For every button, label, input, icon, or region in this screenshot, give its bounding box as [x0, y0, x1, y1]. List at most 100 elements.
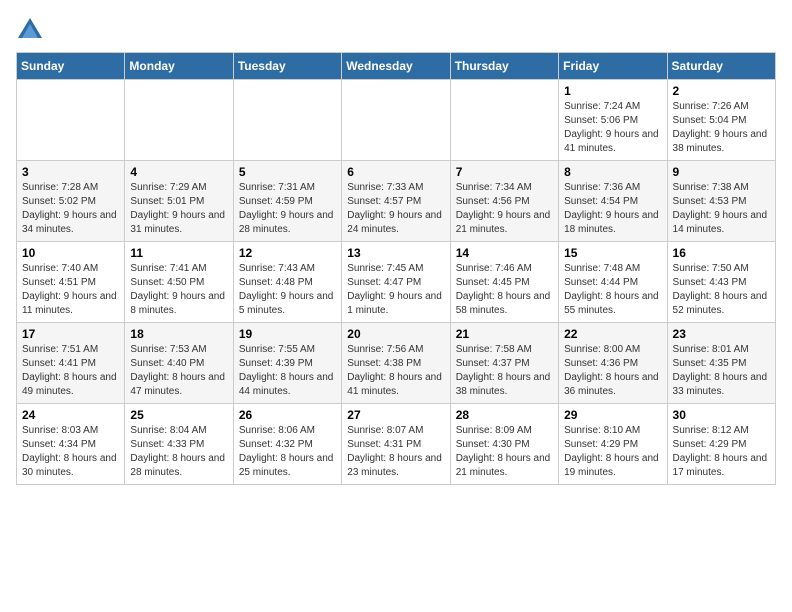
day-cell — [233, 80, 341, 161]
day-number: 20 — [347, 327, 444, 341]
day-info: Sunrise: 8:01 AM Sunset: 4:35 PM Dayligh… — [673, 343, 770, 399]
day-cell: 13Sunrise: 7:45 AM Sunset: 4:47 PM Dayli… — [342, 242, 450, 323]
day-info: Sunrise: 7:33 AM Sunset: 4:57 PM Dayligh… — [347, 181, 444, 237]
day-info: Sunrise: 7:29 AM Sunset: 5:01 PM Dayligh… — [130, 181, 227, 237]
day-cell: 29 Sunrise: 8:10 AM Sunset: 4:29 PM Dayli… — [559, 404, 667, 485]
day-info: Sunrise: 7:31 AM Sunset: 4:59 PM Dayligh… — [239, 181, 336, 237]
day-cell: 2Sunrise: 7:26 AM Sunset: 5:04 PM Daylig… — [667, 80, 775, 161]
day-number: 7 — [456, 165, 553, 179]
day-number: 28 — [456, 408, 553, 422]
day-header-thursday: Thursday — [450, 53, 558, 80]
day-number: 18 — [130, 327, 227, 341]
day-cell: 19 Sunrise: 7:55 AM Sunset: 4:39 PM Dayli… — [233, 323, 341, 404]
logo-icon — [16, 16, 44, 44]
day-cell: 10 Sunrise: 7:40 AM Sunset: 4:51 PM Dayli… — [17, 242, 125, 323]
logo — [16, 16, 48, 44]
day-cell: 17Sunrise: 7:51 AM Sunset: 4:41 PM Dayli… — [17, 323, 125, 404]
day-cell: 1Sunrise: 7:24 AM Sunset: 5:06 PM Daylig… — [559, 80, 667, 161]
day-cell: 25 Sunrise: 8:04 AM Sunset: 4:33 PM Dayli… — [125, 404, 233, 485]
day-number: 29 — [564, 408, 661, 422]
day-info: Sunrise: 7:36 AM Sunset: 4:54 PM Dayligh… — [564, 181, 661, 237]
day-number: 26 — [239, 408, 336, 422]
week-row-5: 24 Sunrise: 8:03 AM Sunset: 4:34 PM Dayli… — [17, 404, 776, 485]
day-header-wednesday: Wednesday — [342, 53, 450, 80]
day-info: Sunrise: 8:00 AM Sunset: 4:36 PM Dayligh… — [564, 343, 661, 399]
day-cell: 3Sunrise: 7:28 AM Sunset: 5:02 PM Daylig… — [17, 161, 125, 242]
day-info: Sunrise: 7:45 AM Sunset: 4:47 PM Dayligh… — [347, 262, 444, 318]
day-header-tuesday: Tuesday — [233, 53, 341, 80]
calendar-header-row: SundayMondayTuesdayWednesdayThursdayFrid… — [17, 53, 776, 80]
day-cell — [17, 80, 125, 161]
day-header-sunday: Sunday — [17, 53, 125, 80]
day-number: 5 — [239, 165, 336, 179]
day-info: Sunrise: 8:03 AM Sunset: 4:34 PM Dayligh… — [22, 424, 119, 480]
day-number: 6 — [347, 165, 444, 179]
day-info: Sunrise: 8:12 AM Sunset: 4:29 PM Dayligh… — [673, 424, 770, 480]
day-cell: 7 Sunrise: 7:34 AM Sunset: 4:56 PM Daylig… — [450, 161, 558, 242]
day-cell: 5 Sunrise: 7:31 AM Sunset: 4:59 PM Daylig… — [233, 161, 341, 242]
day-cell: 9 Sunrise: 7:38 AM Sunset: 4:53 PM Daylig… — [667, 161, 775, 242]
day-cell: 24 Sunrise: 8:03 AM Sunset: 4:34 PM Dayli… — [17, 404, 125, 485]
day-number: 25 — [130, 408, 227, 422]
day-number: 24 — [22, 408, 119, 422]
day-info: Sunrise: 7:55 AM Sunset: 4:39 PM Dayligh… — [239, 343, 336, 399]
day-info: Sunrise: 7:24 AM Sunset: 5:06 PM Dayligh… — [564, 100, 661, 156]
day-info: Sunrise: 7:46 AM Sunset: 4:45 PM Dayligh… — [456, 262, 553, 318]
day-cell: 23 Sunrise: 8:01 AM Sunset: 4:35 PM Dayli… — [667, 323, 775, 404]
page-header — [16, 16, 776, 44]
day-cell: 12 Sunrise: 7:43 AM Sunset: 4:48 PM Dayli… — [233, 242, 341, 323]
day-info: Sunrise: 7:34 AM Sunset: 4:56 PM Dayligh… — [456, 181, 553, 237]
day-cell — [450, 80, 558, 161]
day-cell: 14 Sunrise: 7:46 AM Sunset: 4:45 PM Dayli… — [450, 242, 558, 323]
day-info: Sunrise: 7:58 AM Sunset: 4:37 PM Dayligh… — [456, 343, 553, 399]
day-number: 19 — [239, 327, 336, 341]
day-info: Sunrise: 7:51 AM Sunset: 4:41 PM Dayligh… — [22, 343, 119, 399]
day-info: Sunrise: 8:04 AM Sunset: 4:33 PM Dayligh… — [130, 424, 227, 480]
day-number: 14 — [456, 246, 553, 260]
day-header-friday: Friday — [559, 53, 667, 80]
day-number: 10 — [22, 246, 119, 260]
day-cell — [342, 80, 450, 161]
week-row-2: 3Sunrise: 7:28 AM Sunset: 5:02 PM Daylig… — [17, 161, 776, 242]
day-info: Sunrise: 8:06 AM Sunset: 4:32 PM Dayligh… — [239, 424, 336, 480]
day-number: 21 — [456, 327, 553, 341]
day-cell: 20 Sunrise: 7:56 AM Sunset: 4:38 PM Dayli… — [342, 323, 450, 404]
day-info: Sunrise: 8:09 AM Sunset: 4:30 PM Dayligh… — [456, 424, 553, 480]
week-row-1: 1Sunrise: 7:24 AM Sunset: 5:06 PM Daylig… — [17, 80, 776, 161]
day-info: Sunrise: 7:50 AM Sunset: 4:43 PM Dayligh… — [673, 262, 770, 318]
day-header-saturday: Saturday — [667, 53, 775, 80]
day-cell: 4 Sunrise: 7:29 AM Sunset: 5:01 PM Daylig… — [125, 161, 233, 242]
day-info: Sunrise: 7:40 AM Sunset: 4:51 PM Dayligh… — [22, 262, 119, 318]
day-number: 27 — [347, 408, 444, 422]
day-cell — [125, 80, 233, 161]
day-cell: 16 Sunrise: 7:50 AM Sunset: 4:43 PM Dayli… — [667, 242, 775, 323]
day-number: 9 — [673, 165, 770, 179]
day-cell: 21 Sunrise: 7:58 AM Sunset: 4:37 PM Dayli… — [450, 323, 558, 404]
day-info: Sunrise: 7:53 AM Sunset: 4:40 PM Dayligh… — [130, 343, 227, 399]
calendar: SundayMondayTuesdayWednesdayThursdayFrid… — [16, 52, 776, 485]
day-cell: 26 Sunrise: 8:06 AM Sunset: 4:32 PM Dayli… — [233, 404, 341, 485]
day-number: 2 — [673, 84, 770, 98]
day-number: 4 — [130, 165, 227, 179]
day-info: Sunrise: 8:10 AM Sunset: 4:29 PM Dayligh… — [564, 424, 661, 480]
day-cell: 15Sunrise: 7:48 AM Sunset: 4:44 PM Dayli… — [559, 242, 667, 323]
day-number: 22 — [564, 327, 661, 341]
day-number: 12 — [239, 246, 336, 260]
day-cell: 28 Sunrise: 8:09 AM Sunset: 4:30 PM Dayli… — [450, 404, 558, 485]
day-cell: 27Sunrise: 8:07 AM Sunset: 4:31 PM Dayli… — [342, 404, 450, 485]
day-cell: 30 Sunrise: 8:12 AM Sunset: 4:29 PM Dayli… — [667, 404, 775, 485]
day-number: 16 — [673, 246, 770, 260]
day-info: Sunrise: 7:43 AM Sunset: 4:48 PM Dayligh… — [239, 262, 336, 318]
day-cell: 6 Sunrise: 7:33 AM Sunset: 4:57 PM Daylig… — [342, 161, 450, 242]
day-info: Sunrise: 7:41 AM Sunset: 4:50 PM Dayligh… — [130, 262, 227, 318]
day-cell: 18 Sunrise: 7:53 AM Sunset: 4:40 PM Dayli… — [125, 323, 233, 404]
day-info: Sunrise: 7:28 AM Sunset: 5:02 PM Dayligh… — [22, 181, 119, 237]
week-row-4: 17Sunrise: 7:51 AM Sunset: 4:41 PM Dayli… — [17, 323, 776, 404]
day-number: 30 — [673, 408, 770, 422]
day-info: Sunrise: 7:38 AM Sunset: 4:53 PM Dayligh… — [673, 181, 770, 237]
day-cell: 11Sunrise: 7:41 AM Sunset: 4:50 PM Dayli… — [125, 242, 233, 323]
day-info: Sunrise: 7:48 AM Sunset: 4:44 PM Dayligh… — [564, 262, 661, 318]
day-number: 23 — [673, 327, 770, 341]
day-info: Sunrise: 7:56 AM Sunset: 4:38 PM Dayligh… — [347, 343, 444, 399]
day-cell: 22 Sunrise: 8:00 AM Sunset: 4:36 PM Dayli… — [559, 323, 667, 404]
